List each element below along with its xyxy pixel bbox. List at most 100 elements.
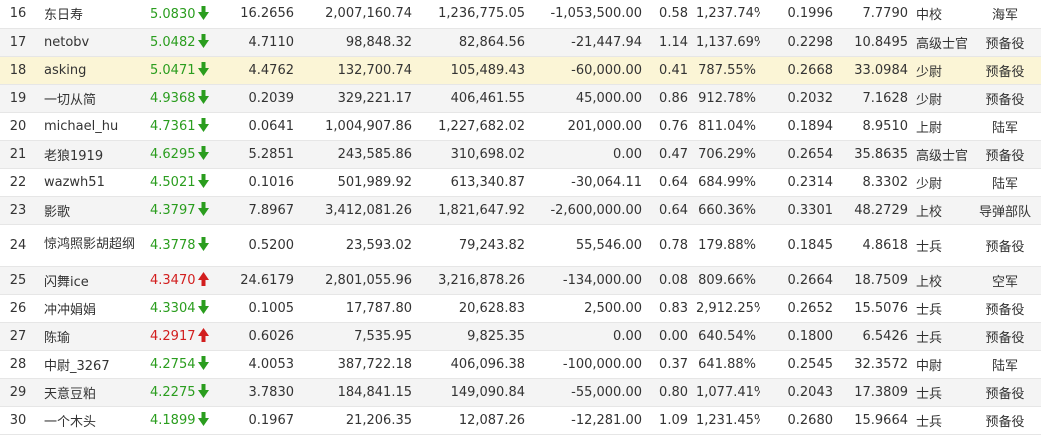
score-value: 4.6295 [150,147,196,162]
military-rank-cell: 上尉 [912,112,969,141]
value-cell-1: 0.2039 [222,84,298,113]
value-cell-1: 0.1016 [222,168,298,197]
user-name-cell[interactable]: asking [38,56,150,85]
value-cell-5: 0.00 [646,322,692,351]
percent-cell: 1,231.45% [692,406,760,435]
value-cell-7: 0.1996 [760,0,837,29]
table-row[interactable]: 22 wazwh51 4.5021 0.1016 501,989.92 613,340.8… [0,168,1041,197]
user-name-cell[interactable]: wazwh51 [38,168,150,197]
value-cell-5: 1.09 [646,406,692,435]
value-cell-1: 0.6026 [222,322,298,351]
value-cell-1: 0.1967 [222,406,298,435]
branch-cell: 预备役 [969,56,1041,85]
user-name-cell[interactable]: 一个木头 [38,406,150,435]
score-cell: 4.2917 [150,322,222,351]
value-cell-2: 98,848.32 [298,28,416,57]
value-cell-3: 406,096.38 [416,350,529,379]
score-value: 4.3470 [150,273,196,288]
value-cell-3: 20,628.83 [416,294,529,323]
percent-cell: 912.78% [692,84,760,113]
branch-cell: 预备役 [969,28,1041,57]
user-name-cell[interactable]: 惊鸿照影胡超纲 [38,224,150,267]
value-cell-5: 0.58 [646,0,692,29]
user-name-cell[interactable]: 天意豆粕 [38,378,150,407]
table-row[interactable]: 21 老狼1919 4.6295 5.2851 243,585.86 310,698.02… [0,140,1041,169]
user-name-cell[interactable]: 老狼1919 [38,140,150,169]
value-cell-1: 4.7110 [222,28,298,57]
value-cell-8: 6.5426 [837,322,912,351]
value-cell-4: 0.00 [529,322,646,351]
user-name-cell[interactable]: 东日寿 [38,0,150,29]
rank-cell: 25 [0,266,38,295]
user-name-cell[interactable]: 冲冲娟娟 [38,294,150,323]
value-cell-4: -1,053,500.00 [529,0,646,29]
value-cell-5: 0.47 [646,140,692,169]
military-rank-cell: 上校 [912,196,969,225]
arrow-down-icon [197,118,209,132]
user-name-cell[interactable]: michael_hu [38,112,150,141]
score-value: 4.1899 [150,413,196,428]
value-cell-5: 0.78 [646,224,692,267]
rank-cell: 28 [0,350,38,379]
value-cell-2: 1,004,907.86 [298,112,416,141]
user-name-cell[interactable]: 陈瑜 [38,322,150,351]
value-cell-8: 18.7509 [837,266,912,295]
arrow-down-icon [197,34,209,48]
score-cell: 5.0830 [150,0,222,29]
user-name-cell[interactable]: 中尉_3267 [38,350,150,379]
value-cell-4: -12,281.00 [529,406,646,435]
table-row[interactable]: 17 netobv 5.0482 4.7110 98,848.32 82,864.56 -2… [0,28,1041,57]
value-cell-8: 17.3809 [837,378,912,407]
table-row[interactable]: 16 东日寿 5.0830 16.2656 2,007,160.74 1,236,775.… [0,0,1041,29]
value-cell-1: 24.6179 [222,266,298,295]
score-cell: 4.1899 [150,406,222,435]
table-row[interactable]: 29 天意豆粕 4.2275 3.7830 184,841.15 149,090.84 -5… [0,378,1041,407]
value-cell-4: 55,546.00 [529,224,646,267]
value-cell-5: 0.80 [646,378,692,407]
branch-cell: 预备役 [969,294,1041,323]
user-name-cell[interactable]: 影歌 [38,196,150,225]
branch-cell: 陆军 [969,168,1041,197]
user-name-cell[interactable]: netobv [38,28,150,57]
value-cell-1: 0.5200 [222,224,298,267]
value-cell-8: 15.5076 [837,294,912,323]
arrow-down-icon [197,300,209,314]
branch-cell: 空军 [969,266,1041,295]
value-cell-2: 21,206.35 [298,406,416,435]
branch-cell: 预备役 [969,406,1041,435]
table-row[interactable]: 24 惊鸿照影胡超纲 4.3778 0.5200 23,593.02 79,243.82 5… [0,224,1041,267]
arrow-down-icon [197,90,209,104]
score-cell: 5.0471 [150,56,222,85]
percent-cell: 706.29% [692,140,760,169]
table-row[interactable]: 20 michael_hu 4.7361 0.0641 1,004,907.86 1,22… [0,112,1041,141]
arrow-down-icon [197,5,209,20]
value-cell-3: 1,821,647.92 [416,196,529,225]
value-cell-3: 9,825.35 [416,322,529,351]
value-cell-2: 329,221.17 [298,84,416,113]
score-cell: 4.3797 [150,196,222,225]
user-name-cell[interactable]: 一切从简 [38,84,150,113]
value-cell-5: 0.41 [646,56,692,85]
military-rank-cell: 中校 [912,0,969,29]
table-row[interactable]: 25 闪舞ice 4.3470 24.6179 2,801,055.96 3,216,87… [0,266,1041,295]
value-cell-5: 0.76 [646,112,692,141]
table-row[interactable]: 28 中尉_3267 4.2754 4.0053 387,722.18 406,096.3… [0,350,1041,379]
percent-cell: 1,237.74% [692,0,760,29]
table-row[interactable]: 30 一个木头 4.1899 0.1967 21,206.35 12,087.26 -12,… [0,406,1041,435]
table-row[interactable]: 19 一切从简 4.9368 0.2039 329,221.17 406,461.55 45… [0,84,1041,113]
value-cell-3: 82,864.56 [416,28,529,57]
value-cell-3: 12,087.26 [416,406,529,435]
value-cell-7: 0.2545 [760,350,837,379]
arrow-down-icon [197,237,209,251]
value-cell-8: 8.3302 [837,168,912,197]
value-cell-2: 2,801,055.96 [298,266,416,295]
value-cell-3: 79,243.82 [416,224,529,267]
table-row[interactable]: 26 冲冲娟娟 4.3304 0.1005 17,787.80 20,628.83 2,50… [0,294,1041,323]
user-name-cell[interactable]: 闪舞ice [38,266,150,295]
table-row[interactable]: 27 陈瑜 4.2917 0.6026 7,535.95 9,825.35 0.00 0.00… [0,322,1041,351]
value-cell-4: -60,000.00 [529,56,646,85]
table-row[interactable]: 18 asking 5.0471 4.4762 132,700.74 105,489.43… [0,56,1041,85]
value-cell-8: 35.8635 [837,140,912,169]
table-row[interactable]: 23 影歌 4.3797 7.8967 3,412,081.26 1,821,647.92… [0,196,1041,225]
branch-cell: 预备役 [969,322,1041,351]
